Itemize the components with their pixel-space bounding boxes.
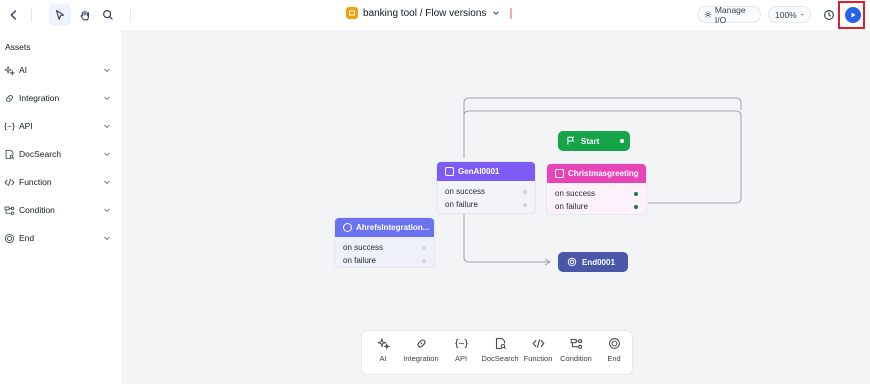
doc-search-icon <box>495 338 506 350</box>
end-circle-icon <box>567 257 577 267</box>
end-circle-icon <box>608 338 620 349</box>
node-title: End0001 <box>582 257 615 267</box>
port-handle[interactable] <box>634 204 638 209</box>
node-title: GenAI0001 <box>458 167 500 176</box>
palette-item-function[interactable]: Function <box>517 337 559 363</box>
on-success-port[interactable]: on success <box>555 187 638 200</box>
node-header: AhrefsIntegration... <box>335 218 434 237</box>
node-header: GenAI0001 <box>437 162 535 181</box>
link-icon <box>417 339 425 348</box>
node-header: Christmasgreeting <box>547 164 646 183</box>
palette-item-label: End <box>607 354 621 363</box>
api-braces-icon <box>454 338 468 349</box>
on-failure-port[interactable]: on failure <box>555 200 638 213</box>
genai-icon <box>445 167 454 176</box>
flag-icon <box>567 136 575 145</box>
node-genai[interactable]: GenAI0001 on success on failure <box>436 161 536 214</box>
palette-item-end[interactable]: End <box>593 337 635 363</box>
palette-item-integration[interactable]: Integration <box>400 337 442 363</box>
palette-item-docsearch[interactable]: DocSearch <box>479 337 521 363</box>
port-handle[interactable] <box>523 189 527 194</box>
condition-icon <box>570 338 582 349</box>
port-label: on success <box>343 243 384 252</box>
on-success-port[interactable]: on success <box>343 241 426 254</box>
output-handle[interactable] <box>620 139 624 143</box>
node-christmasgreeting[interactable]: Christmasgreeting on success on failure <box>546 163 647 215</box>
image-icon <box>555 169 564 178</box>
on-failure-port[interactable]: on failure <box>445 198 527 211</box>
port-label: on failure <box>343 256 376 265</box>
palette-item-condition[interactable]: Condition <box>555 337 597 363</box>
port-label: on failure <box>445 200 478 209</box>
edge-genai-to-end <box>463 210 549 263</box>
palette-item-label: AI <box>379 354 387 363</box>
node-ahrefs-integration[interactable]: AhrefsIntegration... on success on failu… <box>334 217 435 268</box>
code-icon <box>532 339 544 348</box>
node-title: Start <box>581 136 600 146</box>
port-handle[interactable] <box>523 202 527 207</box>
port-label: on success <box>445 187 486 196</box>
port-label: on failure <box>555 202 588 211</box>
node-title: AhrefsIntegration... <box>356 223 430 232</box>
port-handle[interactable] <box>422 258 426 263</box>
palette-item-label: Function <box>523 354 553 363</box>
flow-edges <box>463 97 742 266</box>
node-palette: AI Integration API DocSearch Function Co… <box>361 330 633 375</box>
on-success-port[interactable]: on success <box>445 185 527 198</box>
port-handle[interactable] <box>422 245 426 250</box>
node-title: Christmasgreeting <box>568 169 639 178</box>
palette-item-api[interactable]: API <box>440 337 482 363</box>
palette-item-label: API <box>454 354 468 363</box>
palette-item-label: DocSearch <box>481 354 519 363</box>
on-failure-port[interactable]: on failure <box>343 254 426 267</box>
palette-item-ai[interactable]: AI <box>362 337 404 363</box>
sparkle-icon <box>377 338 390 350</box>
link-icon <box>343 223 352 232</box>
port-handle[interactable] <box>634 191 638 196</box>
node-start[interactable]: Start <box>558 131 630 151</box>
palette-item-label: Condition <box>560 354 592 363</box>
palette-item-label: Integration <box>403 354 439 363</box>
node-end[interactable]: End0001 <box>558 252 628 272</box>
port-label: on success <box>555 189 596 198</box>
